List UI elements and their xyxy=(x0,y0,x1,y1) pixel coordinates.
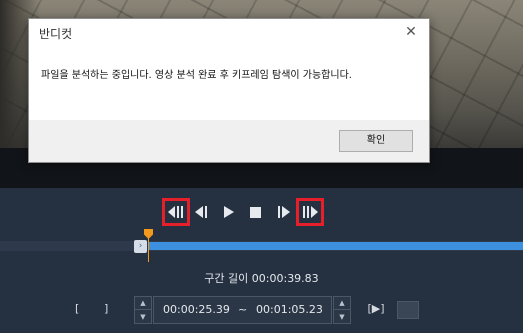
range-time-field[interactable]: 00:00:25.39 ~ 00:01:05.23 xyxy=(153,296,332,324)
stop-button[interactable] xyxy=(242,199,268,225)
next-keyframe-icon xyxy=(303,206,318,218)
set-end-button[interactable]: ] xyxy=(104,302,108,315)
next-frame-button[interactable] xyxy=(270,199,296,225)
next-frame-icon xyxy=(278,206,290,218)
range-start-handle[interactable]: › xyxy=(134,240,147,253)
prev-frame-button[interactable] xyxy=(189,199,215,225)
dialog-message: 파일을 분석하는 중입니다. 영상 분석 완료 후 키프레임 탐색이 가능합니다… xyxy=(41,70,352,81)
prev-keyframe-icon xyxy=(168,206,183,218)
prev-frame-icon xyxy=(195,206,207,218)
prev-keyframe-button[interactable] xyxy=(162,198,190,226)
duration-value: 00:00:39.83 xyxy=(251,272,319,285)
start-time-value[interactable]: 00:00:25.39 xyxy=(163,297,230,323)
info-dialog: 반디컷 ✕ 파일을 분석하는 중입니다. 영상 분석 완료 후 키프레임 탐색이… xyxy=(28,18,430,163)
start-time-stepper[interactable]: ▲ ▼ xyxy=(134,296,152,324)
chevron-up-icon[interactable]: ▲ xyxy=(334,297,350,310)
play-button[interactable] xyxy=(216,199,242,225)
set-start-button[interactable]: [ xyxy=(75,302,79,315)
time-separator: ~ xyxy=(238,303,248,316)
end-time-stepper[interactable]: ▲ ▼ xyxy=(333,296,351,324)
next-keyframe-button[interactable] xyxy=(296,198,324,226)
extra-control-button[interactable] xyxy=(397,301,419,319)
segment-duration: 구간 길이 00:00:39.83 xyxy=(0,270,523,286)
chevron-down-icon[interactable]: ▼ xyxy=(334,310,350,323)
close-icon[interactable]: ✕ xyxy=(399,21,423,43)
end-time-value[interactable]: 00:01:05.23 xyxy=(256,297,323,323)
dialog-footer: 확인 xyxy=(29,120,429,162)
selected-range[interactable] xyxy=(148,242,523,250)
play-icon xyxy=(224,206,234,218)
chevron-up-icon[interactable]: ▲ xyxy=(135,297,151,310)
stop-icon xyxy=(249,206,261,218)
playhead-line xyxy=(148,238,149,262)
play-range-button[interactable]: [▶] xyxy=(364,298,388,320)
ok-button[interactable]: 확인 xyxy=(339,130,413,152)
dialog-title: 반디컷 xyxy=(39,27,73,41)
chevron-down-icon[interactable]: ▼ xyxy=(135,310,151,323)
duration-label: 구간 길이 xyxy=(204,272,249,285)
